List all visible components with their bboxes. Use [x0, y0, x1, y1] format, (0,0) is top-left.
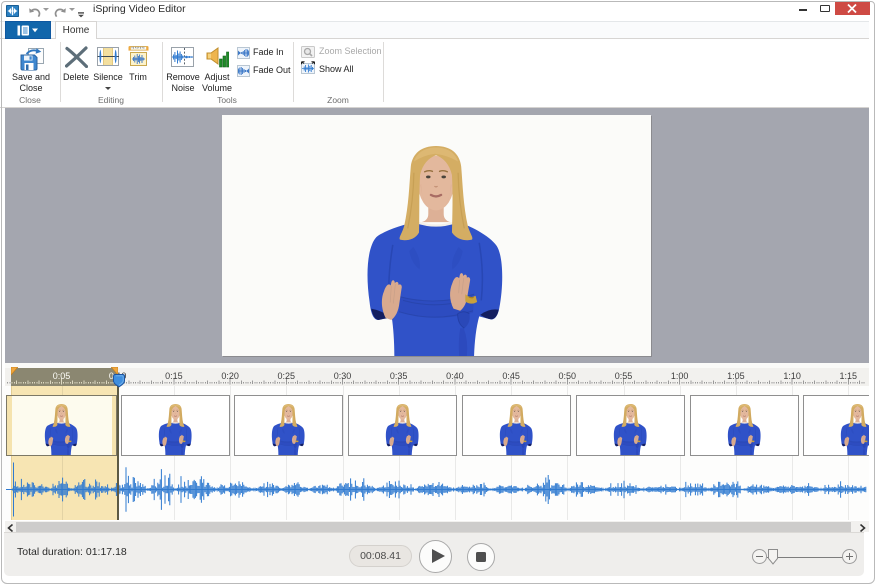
- svg-text:0:50: 0:50: [559, 371, 577, 381]
- svg-text:0:55: 0:55: [615, 371, 633, 381]
- svg-text:0:40: 0:40: [446, 371, 464, 381]
- svg-text:0:30: 0:30: [334, 371, 352, 381]
- svg-text:0:15: 0:15: [165, 371, 183, 381]
- svg-text:0:05: 0:05: [53, 371, 71, 381]
- svg-text:1:05: 1:05: [727, 371, 745, 381]
- svg-text:1:10: 1:10: [783, 371, 801, 381]
- svg-text:0:25: 0:25: [278, 371, 296, 381]
- svg-text:0:35: 0:35: [390, 371, 408, 381]
- svg-text:0:45: 0:45: [502, 371, 520, 381]
- svg-text:0:20: 0:20: [221, 371, 239, 381]
- svg-text:1:15: 1:15: [840, 371, 858, 381]
- svg-text:1:00: 1:00: [671, 371, 689, 381]
